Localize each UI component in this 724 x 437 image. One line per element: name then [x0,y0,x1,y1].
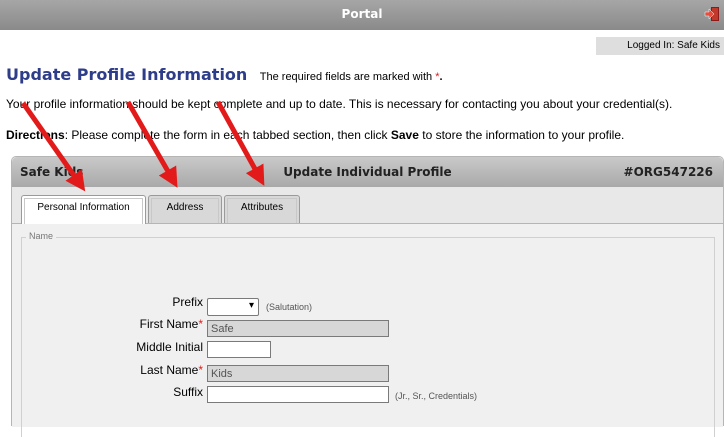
tab-attributes[interactable]: Attributes [224,195,300,223]
first-name-label-text: First Name [139,317,199,331]
page-title: Update Profile Information [6,65,248,84]
directions-text: Directions: Please complete the form in … [6,128,624,142]
middle-initial-field[interactable] [207,341,271,358]
directions-label: Directions [6,128,65,142]
prefix-select[interactable]: ▾ [207,298,259,316]
portal-header-bar: Portal [0,0,724,30]
prefix-label: Prefix [172,295,203,309]
last-name-label: Last Name* [83,363,203,377]
suffix-field[interactable] [207,386,389,403]
first-name-label: First Name* [83,317,203,331]
page-heading: Update Profile Information The required … [6,65,443,85]
tab-label: Address [166,202,204,213]
first-name-field[interactable] [207,320,389,337]
last-name-field[interactable] [207,365,389,382]
panel-header: Safe Kids Update Individual Profile #ORG… [12,157,723,187]
tab-personal-information[interactable]: Personal Information [21,195,146,224]
tab-content: Name Prefix ▾ (Salutation) First Name* M… [12,224,723,437]
tab-label: Personal Information [37,202,130,213]
last-name-label-text: Last Name [140,363,199,377]
directions-after: to store the information to your profile… [418,128,625,142]
directions-save-word: Save [390,128,419,142]
profile-panel: Safe Kids Update Individual Profile #ORG… [11,156,724,437]
middle-initial-label: Middle Initial [136,340,203,354]
org-id: #ORG547226 [623,165,713,179]
required-marker: * [198,363,203,377]
suffix-label: Suffix [173,385,203,399]
tab-address[interactable]: Address [148,195,222,223]
prefix-hint: (Salutation) [266,302,313,312]
portal-title: Portal [341,7,383,21]
logged-in-status: Logged In: Safe Kids [596,37,724,55]
tab-strip: Personal Information Address Attributes [12,187,723,224]
tab-label: Attributes [240,202,284,213]
panel-title: Update Individual Profile [283,165,452,179]
info-text: Your profile information should be kept … [6,97,673,111]
chevron-down-icon: ▾ [248,300,254,311]
exit-icon[interactable] [704,6,720,22]
fieldset-legend: Name [26,231,57,241]
required-marker: * [198,317,203,331]
name-fieldset: Name Prefix ▾ (Salutation) First Name* M… [21,231,715,437]
suffix-hint: (Jr., Sr., Credentials) [395,391,478,401]
directions-before: : Please complete the form in each tabbe… [64,128,391,142]
required-note-text: The required fields are marked with [259,71,433,83]
required-dot: . [439,71,443,83]
required-note: The required fields are marked with *. [260,71,443,83]
